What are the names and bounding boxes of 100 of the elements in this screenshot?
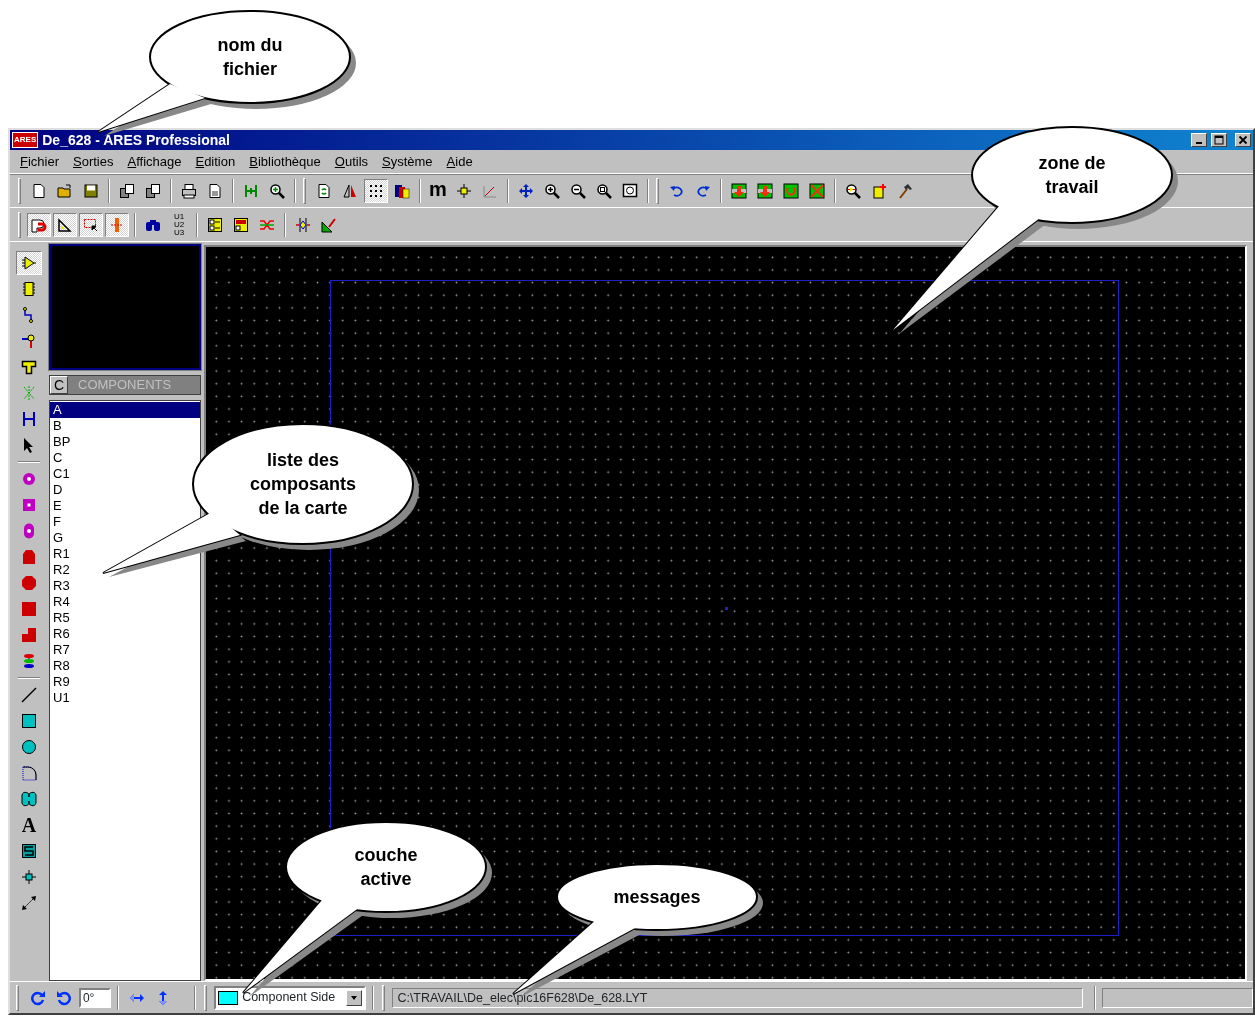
square-shape-icon	[21, 601, 37, 617]
list-item[interactable]: F	[50, 514, 64, 530]
list-item[interactable]: A	[50, 402, 200, 418]
layer-stack-icon	[21, 653, 37, 669]
list-item[interactable]: R5	[50, 610, 73, 626]
pin-icon	[21, 333, 37, 349]
crosshair-icon	[456, 183, 472, 199]
close-icon	[1237, 134, 1249, 146]
menu-item[interactable]: Système	[382, 151, 433, 172]
window-title: De_628 - ARES Professional	[42, 131, 230, 148]
redo-icon	[695, 183, 711, 199]
list-item[interactable]: E	[50, 498, 65, 514]
layer-name: Component Side	[242, 989, 337, 1007]
dropdown-button[interactable]	[346, 989, 363, 1006]
menu-item[interactable]: Outils	[334, 151, 369, 172]
board-layout-icon	[233, 216, 249, 233]
grid-dots-icon	[368, 183, 384, 199]
magnifier-icon	[845, 183, 861, 199]
tool-button[interactable]	[79, 212, 103, 237]
pad-icon	[21, 549, 37, 565]
minimize-button[interactable]	[1191, 133, 1207, 147]
angle-field[interactable]: 0°	[78, 987, 112, 1008]
list-title: COMPONENTS	[77, 376, 172, 394]
work-area[interactable]	[204, 245, 1247, 981]
menu-item[interactable]: Bibliothèque	[249, 151, 321, 172]
page-icon	[207, 183, 223, 199]
menu-item[interactable]: Fichier	[20, 151, 60, 172]
list-item[interactable]: C	[50, 450, 66, 466]
t-shape-icon	[21, 359, 37, 375]
magnet-icon	[31, 216, 47, 233]
triangle-component-icon	[21, 255, 37, 271]
list-item[interactable]: C1	[50, 466, 73, 482]
callout-text: liste des composants de la carte	[249, 449, 357, 520]
circle-shape-icon	[21, 739, 37, 755]
tool-button[interactable]	[53, 212, 77, 237]
list-item[interactable]: G	[50, 530, 67, 546]
callout-text: couche active	[353, 844, 419, 891]
rotate-clockwise-icon	[29, 989, 46, 1006]
list-item[interactable]: U1	[50, 690, 73, 706]
menu-item[interactable]: Affichage	[127, 151, 182, 172]
list-item[interactable]: BP	[50, 434, 74, 450]
tool-button[interactable]	[16, 251, 42, 275]
block-cross-icon	[809, 183, 825, 199]
stacked-pages-icon	[119, 183, 135, 199]
tool-button[interactable]	[364, 179, 388, 203]
marker-icon	[21, 869, 37, 885]
app-logo: ARES	[12, 132, 39, 148]
callout-text: zone de travail	[1037, 152, 1107, 199]
refresh-document-icon	[316, 183, 332, 199]
network-icon	[243, 183, 259, 199]
list-item[interactable]: R7	[50, 642, 73, 658]
square-shape-icon	[21, 713, 37, 729]
tool-button[interactable]: m	[426, 179, 450, 203]
menu-item[interactable]: Sorties	[73, 151, 114, 172]
cross-arrows-icon	[295, 216, 311, 233]
block-arrow-icon	[757, 183, 773, 199]
magnifier-icon	[269, 183, 285, 199]
list-item[interactable]: R3	[50, 578, 73, 594]
list-item[interactable]: R9	[50, 674, 73, 690]
block-rotate-icon	[783, 183, 799, 199]
stacked-pages-icon	[145, 183, 161, 199]
close-button[interactable]	[1235, 133, 1251, 147]
folder-icon	[57, 183, 73, 199]
board-layout-icon	[207, 216, 223, 233]
list-item[interactable]: R8	[50, 658, 73, 674]
zoom-out-icon	[570, 183, 586, 199]
callout-text: messages	[612, 886, 702, 909]
list-item[interactable]: R2	[50, 562, 73, 578]
message-field: C:\TRAVAIL\De_elec\pic16F628\De_628.LYT	[392, 987, 1083, 1008]
list-item[interactable]: R6	[50, 626, 73, 642]
list-item[interactable]: B	[50, 418, 65, 434]
cross-lines-icon	[21, 385, 37, 401]
arc-icon	[21, 765, 37, 781]
mirror-triangle-icon	[342, 183, 358, 199]
document-icon	[31, 183, 47, 199]
callout-text: nom du fichier	[216, 34, 284, 81]
maximize-icon	[1213, 134, 1225, 146]
chip-plus-icon	[871, 183, 887, 199]
zoom-area-icon	[596, 183, 612, 199]
bar-icon	[109, 216, 125, 233]
path-shape-icon	[21, 791, 37, 807]
maximize-button[interactable]	[1211, 133, 1227, 147]
list-item[interactable]: R4	[50, 594, 73, 610]
ring-pad-icon	[21, 471, 37, 487]
tool-button[interactable]	[27, 212, 51, 237]
mode-button[interactable]: C	[50, 376, 68, 394]
menu-item[interactable]: Edition	[195, 151, 236, 172]
list-item[interactable]: R1	[50, 546, 73, 562]
tool-button[interactable]: U1 U2 U3	[167, 212, 191, 237]
zoom-in-icon	[544, 183, 560, 199]
h-shape-icon	[21, 411, 37, 427]
list-item[interactable]: D	[50, 482, 66, 498]
tool-button[interactable]: A	[16, 813, 42, 837]
menu-item[interactable]: Aide	[446, 151, 473, 172]
layer-dropdown[interactable]: Component Side	[214, 985, 367, 1010]
oval-pad-icon	[21, 523, 37, 539]
printer-icon	[181, 183, 197, 199]
square-pad-icon	[21, 497, 37, 513]
symbol-icon	[21, 843, 37, 859]
rotate-counterclockwise-icon	[56, 989, 73, 1006]
